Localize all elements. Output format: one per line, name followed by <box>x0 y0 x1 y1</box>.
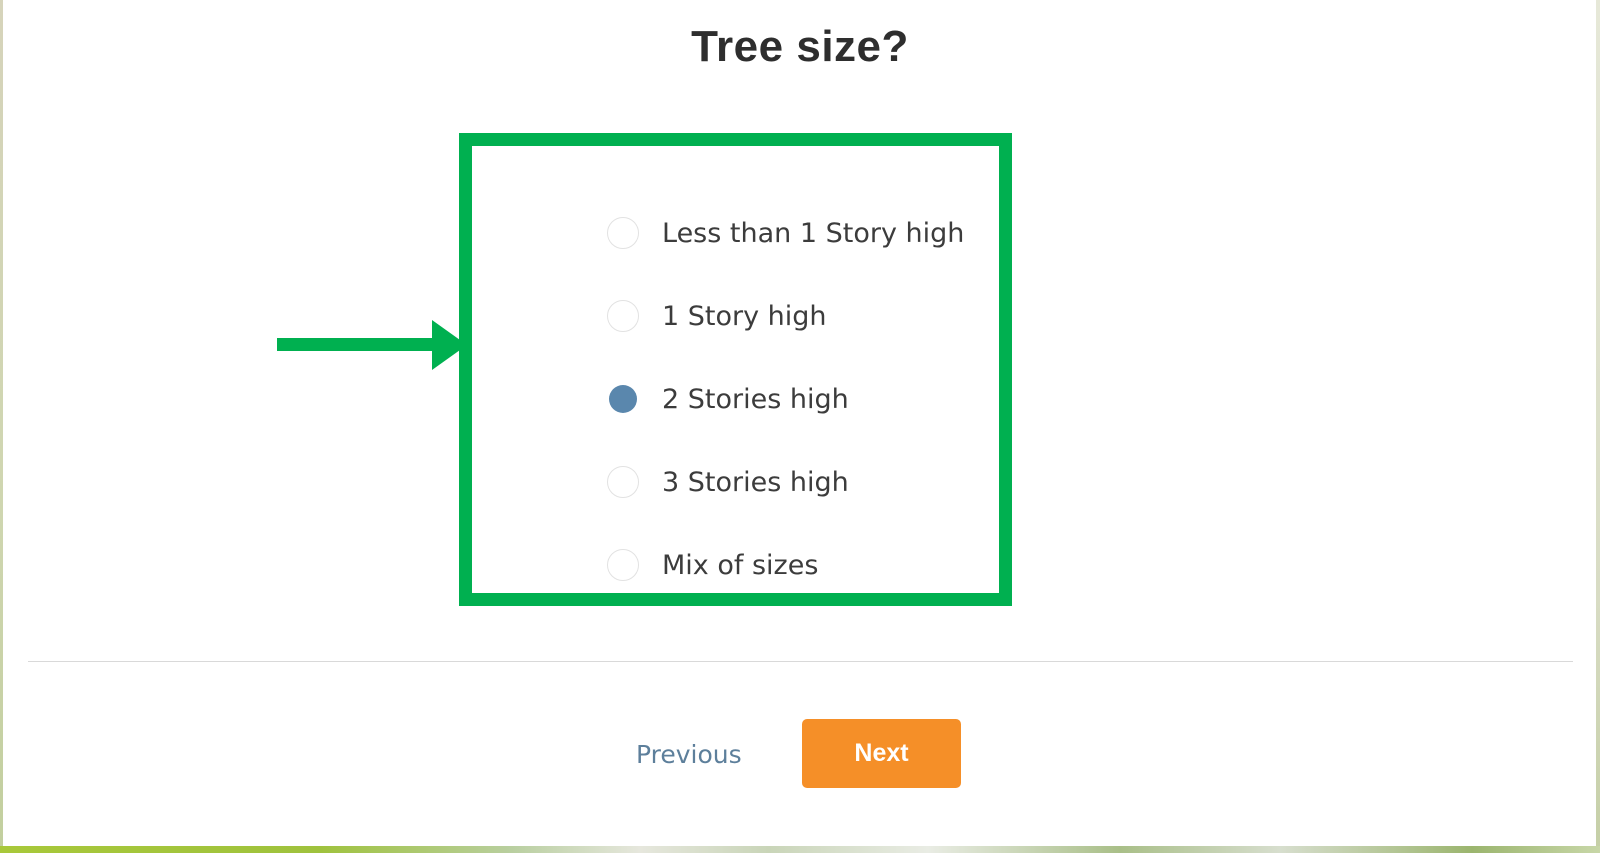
option-label: 3 Stories high <box>662 466 849 498</box>
background-edge-right <box>1596 0 1600 853</box>
option-1-story[interactable]: 1 Story high <box>607 296 827 336</box>
option-label: Less than 1 Story high <box>662 217 965 249</box>
question-title: Tree size? <box>691 22 909 71</box>
radio-button[interactable] <box>607 300 639 332</box>
option-label: Mix of sizes <box>662 549 819 581</box>
option-label: 2 Stories high <box>662 383 849 415</box>
annotation-arrow-icon <box>277 320 467 370</box>
radio-button[interactable] <box>607 549 639 581</box>
background-image-strip <box>0 846 1600 853</box>
radio-button-selected[interactable] <box>609 385 637 413</box>
radio-button[interactable] <box>607 466 639 498</box>
radio-button[interactable] <box>607 217 639 249</box>
previous-button[interactable]: Previous <box>636 735 742 775</box>
divider <box>28 661 1573 662</box>
option-label: 1 Story high <box>662 300 827 332</box>
option-3-stories[interactable]: 3 Stories high <box>607 462 849 502</box>
next-button[interactable]: Next <box>802 719 961 788</box>
annotation-highlight-box <box>459 133 1012 606</box>
option-less-than-1-story[interactable]: Less than 1 Story high <box>607 213 964 253</box>
option-mix-of-sizes[interactable]: Mix of sizes <box>607 545 818 585</box>
option-2-stories[interactable]: 2 Stories high <box>607 379 849 419</box>
